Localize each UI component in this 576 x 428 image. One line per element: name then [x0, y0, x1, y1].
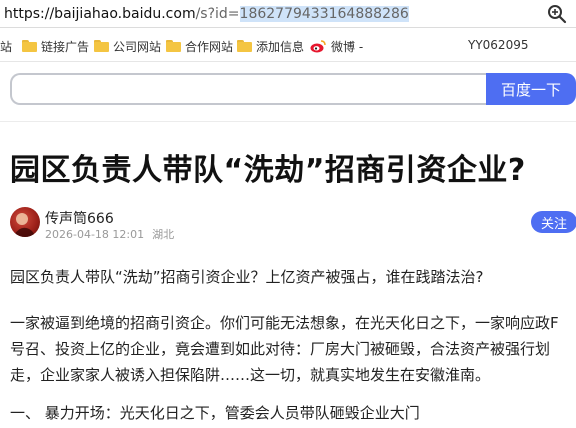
bookmark-folder[interactable]: 合作网站 [166, 37, 233, 55]
paragraph-body: 一家被逼到绝境的招商引资企。你们可能无法想象，在光天化日之下，一家响应政F 号召… [10, 310, 576, 388]
url-host: https://baijiahao.baidu.com [4, 6, 196, 22]
search-bar: 百度一下 [0, 62, 576, 122]
folder-icon [94, 40, 109, 52]
bookmark-label: 微博 - [331, 39, 364, 54]
paragraph-line: 走，企业家家人被诱入担保陷阱……这一切，就真实地发生在安徽淮南。 [10, 366, 491, 384]
search-button[interactable]: 百度一下 [486, 73, 576, 105]
bookmark-label: 合作网站 [185, 39, 234, 54]
search-input[interactable] [10, 73, 490, 105]
bookmark-label: 添加信息 [256, 39, 305, 54]
bookmark-label: 公司网站 [113, 39, 162, 54]
follow-button[interactable]: 关注 [531, 211, 576, 233]
paragraph-line: 号召、投资上亿的企业，竟会遭到如此对待：厂房大门被砸毁，合法资产被强行划 [10, 340, 551, 358]
paragraph-line: 一家被逼到绝境的招商引资企。你们可能无法想象，在光天化日之下，一家响应政F [10, 314, 559, 332]
section-heading: 一、 暴力开场：光天化日之下，管委会人员带队砸毁企业大门 [10, 404, 420, 422]
location: 湖北 [152, 228, 175, 241]
avatar-image [14, 213, 36, 237]
folder-icon [237, 40, 252, 52]
weibo-icon [310, 40, 326, 53]
article-title: 园区负责人带队“洗劫”招商引资企业? [10, 153, 526, 188]
folder-icon [22, 40, 37, 52]
article-meta: 2026-04-18 12:01 湖北 [45, 226, 174, 242]
bookmarks-bar: 站 链接广告 公司网站 合作网站 添加信息 微博 - YY062095 [0, 29, 576, 62]
avatar[interactable] [10, 207, 40, 237]
zoom-magnifier-icon[interactable] [546, 3, 568, 25]
bookmark-item[interactable]: 站 [0, 37, 12, 55]
author-name[interactable]: 传声筒666 [45, 208, 114, 228]
bookmark-folder[interactable]: 添加信息 [237, 37, 304, 55]
url-query: 1862779433164888286 [239, 6, 409, 22]
bookmark-folder[interactable]: 公司网站 [94, 37, 161, 55]
bookmark-label: 站 [0, 39, 13, 54]
folder-icon [166, 40, 181, 52]
publish-date: 2026-04-18 12:01 [45, 228, 145, 241]
paragraph-intro: 园区负责人带队“洗劫”招商引资企业？上亿资产被强占，谁在践踏法治? [10, 268, 484, 286]
bookmark-weibo[interactable]: 微博 - [310, 37, 363, 55]
address-bar[interactable]: https://baijiahao.baidu.com/s?id=1862779… [0, 0, 576, 28]
bookmark-label: 链接广告 [41, 39, 90, 54]
url-text[interactable]: https://baijiahao.baidu.com/s?id=1862779… [4, 4, 409, 24]
bookmarks-user-label: YY062095 [468, 38, 529, 52]
bookmark-folder[interactable]: 链接广告 [22, 37, 89, 55]
url-path: /s?id= [195, 6, 240, 22]
